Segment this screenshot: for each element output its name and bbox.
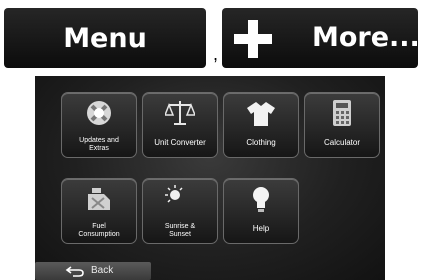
more-button-label: More...	[312, 22, 420, 53]
lightbulb-icon	[253, 187, 269, 212]
unit-converter-tile[interactable]: Unit Converter	[142, 92, 218, 158]
plus-icon	[234, 20, 272, 58]
separator-comma: ,	[213, 44, 219, 64]
more-button[interactable]: More...	[222, 8, 420, 68]
tile-label: Fuel Consumption	[78, 223, 120, 238]
updates-extras-icon	[87, 101, 111, 125]
menu-button[interactable]: Menu	[4, 8, 206, 68]
sunrise-sunset-tile[interactable]: Sunrise & Sunset	[142, 178, 218, 244]
menu-button-label: Menu	[63, 22, 147, 54]
tile-label: Calculator	[323, 138, 360, 147]
tile-label: Clothing	[246, 138, 276, 147]
back-arrow-icon	[65, 266, 84, 277]
tile-label: Unit Converter	[154, 138, 206, 147]
scales-icon	[165, 101, 195, 125]
tile-label: Sunrise & Sunset	[164, 223, 196, 238]
tile-label: Help	[252, 224, 270, 233]
back-button-label: Back	[91, 265, 114, 276]
fuel-consumption-tile[interactable]: Fuel Consumption	[61, 178, 137, 244]
calculator-icon	[333, 100, 351, 126]
updates-extras-tile[interactable]: Updates and Extras	[61, 92, 137, 158]
clothing-tile[interactable]: Clothing	[223, 92, 299, 158]
sun-moon-icon	[165, 185, 188, 212]
back-button[interactable]: Back	[35, 262, 151, 280]
more-menu-screen: Updates and Extras Unit Converter Clothi…	[35, 76, 385, 280]
tshirt-icon	[247, 102, 275, 126]
help-tile[interactable]: Help	[223, 178, 299, 244]
fuel-can-icon	[88, 188, 110, 210]
tile-label: Updates and Extras	[79, 137, 119, 152]
calculator-tile[interactable]: Calculator	[304, 92, 380, 158]
